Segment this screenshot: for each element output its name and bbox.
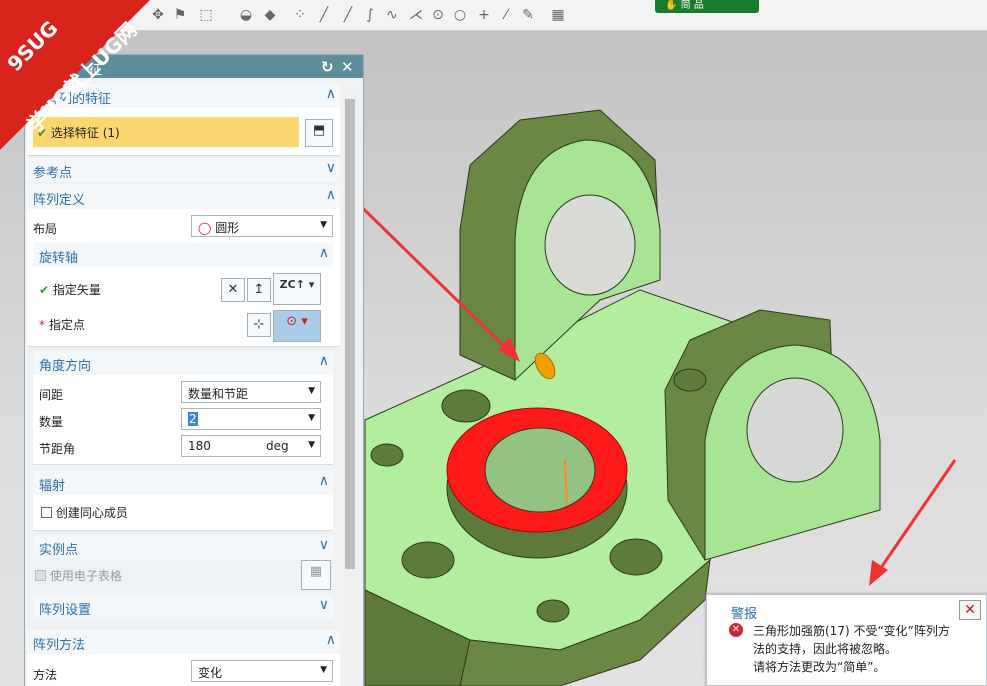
chevron-down-icon: ▼ xyxy=(320,220,327,230)
close-icon[interactable]: ✕ xyxy=(341,58,354,76)
vector-dialog-button[interactable]: ↥ xyxy=(247,278,271,302)
alert-title: 警报 xyxy=(731,607,758,622)
lug-right-hole xyxy=(746,377,844,483)
spreadsheet-checkbox-row: 使用电子表格 xyxy=(35,567,122,584)
chevron-down-icon: ▼ xyxy=(320,665,327,675)
point-label: * 指定点 xyxy=(39,318,85,332)
vector-label: ✔ 指定矢量 xyxy=(39,283,101,297)
section-header-pattern-method[interactable]: 阵列方法 ∧ xyxy=(27,630,340,654)
line-icon[interactable]: ╱ xyxy=(314,6,334,24)
concentric-checkbox[interactable] xyxy=(41,507,52,518)
edit-icon[interactable]: ✎ xyxy=(518,6,538,24)
plate-hole xyxy=(441,389,491,423)
section-pattern-method: 阵列方法 ∧ 方法 变化 ▼ xyxy=(27,630,340,686)
close-icon[interactable]: ✕ xyxy=(959,600,981,620)
spacing-label: 间距 xyxy=(39,388,64,402)
circle-icon[interactable]: ○ xyxy=(450,6,470,24)
pitch-angle-label: 节距角 xyxy=(39,442,76,456)
section-instance-points: 实例点 ∨ xyxy=(33,535,333,559)
chevron-up-icon[interactable]: ∧ xyxy=(326,86,336,102)
required-asterisk-icon: * xyxy=(39,318,45,332)
view-cube-icon[interactable]: ◆ xyxy=(260,6,280,24)
chevron-up-icon[interactable]: ∧ xyxy=(319,473,329,489)
chevron-down-icon: ▼ xyxy=(308,386,315,396)
method-select[interactable]: 变化 ▼ xyxy=(191,660,333,682)
spreadsheet-checkbox xyxy=(35,570,46,581)
section-header-radiation[interactable]: 辐射 ∧ xyxy=(33,471,333,495)
reverse-direction-button[interactable]: ✕ xyxy=(221,278,245,302)
section-angle-direction: 角度方向 ∧ 间距 数量和节距 ▼ 数量 2 ▼ 节距角 180 deg ▼ xyxy=(33,351,333,465)
circle-center-icon[interactable]: ⊙ xyxy=(428,6,448,24)
snap-icon[interactable]: ⚑ xyxy=(170,6,190,24)
plate-hole xyxy=(609,538,663,576)
plate-hole xyxy=(536,599,570,623)
count-label: 数量 xyxy=(39,415,64,429)
select-box-icon[interactable]: ⬚ xyxy=(196,6,216,24)
alert-popup: 警报 ✕ 三角形加强筋(17) 不受“变化”阵列方 法的支持，因此将被忽略。 请… xyxy=(706,594,987,686)
chevron-up-icon[interactable]: ∧ xyxy=(326,632,336,648)
dialog-scrollbar[interactable] xyxy=(343,85,357,686)
slash-icon[interactable]: ⁄ xyxy=(496,6,516,24)
spreadsheet-button: ▦ xyxy=(301,560,331,590)
chevron-down-icon[interactable]: ∨ xyxy=(319,597,329,613)
point-dialog-button[interactable]: ⊹ xyxy=(247,313,271,337)
chevron-up-icon[interactable]: ∧ xyxy=(319,245,329,261)
chevron-down-icon: ▼ xyxy=(308,413,315,423)
section-ref-point: 参考点 ∨ xyxy=(27,158,340,182)
chevron-down-icon: ▼ xyxy=(308,440,315,450)
spline-icon[interactable]: ∿ xyxy=(382,6,402,24)
chevron-up-icon[interactable]: ∧ xyxy=(326,187,336,203)
scrollbar-thumb[interactable] xyxy=(345,99,355,569)
zc-vector-select[interactable]: ZC↑ ▾ xyxy=(273,273,321,305)
section-header-ref-point[interactable]: 参考点 ∨ xyxy=(27,158,340,182)
boss-bore xyxy=(484,427,596,513)
chevron-up-icon[interactable]: ∧ xyxy=(319,353,329,369)
section-header-pattern-def[interactable]: 阵列定义 ∧ xyxy=(27,185,340,209)
lug-left-hole xyxy=(544,194,636,296)
section-header-instance-points[interactable]: 实例点 ∨ xyxy=(33,535,333,559)
reset-icon[interactable]: ↻ xyxy=(321,58,334,76)
selection-filter-button[interactable]: ✋ 简 品 xyxy=(655,0,759,13)
method-label: 方法 xyxy=(33,668,58,682)
plate-hole xyxy=(673,368,707,392)
concentric-checkbox-row[interactable]: 创建同心成员 xyxy=(41,504,128,521)
plate-hole xyxy=(401,541,455,579)
error-icon: ✕ xyxy=(729,623,743,637)
layout-select[interactable]: ◯ 圆形 ▼ xyxy=(191,215,333,237)
count-input[interactable]: 2 ▼ xyxy=(181,408,321,430)
check-icon: ✔ xyxy=(39,283,50,297)
section-header-pattern-settings[interactable]: 阵列设置 ∨ xyxy=(33,595,333,619)
plate-hole xyxy=(370,443,404,467)
section-rotation-axis: 旋转轴 ∧ ✔ 指定矢量 ✕ ↥ ZC↑ ▾ * 指定点 ⊹ ⊙ ▾ xyxy=(33,243,333,347)
feature-select-button[interactable]: ⬒ xyxy=(305,119,333,147)
circular-icon: ◯ xyxy=(198,221,212,235)
point-type-select[interactable]: ⊙ ▾ xyxy=(273,310,321,342)
curve-icon[interactable]: ∫ xyxy=(360,6,380,24)
spacing-select[interactable]: 数量和节距 ▼ xyxy=(181,381,321,403)
section-pattern-settings: 阵列设置 ∨ xyxy=(33,595,333,619)
layout-label: 布局 xyxy=(33,222,58,236)
plus-icon[interactable]: + xyxy=(474,6,494,24)
alert-message: 三角形加强筋(17) 不受“变化”阵列方 法的支持，因此将被忽略。 请将方法更改… xyxy=(753,624,950,674)
intersect-icon[interactable]: ⋌ xyxy=(406,6,426,24)
annotation-arrow xyxy=(874,459,957,576)
move-icon[interactable]: ✥ xyxy=(148,6,168,24)
section-radiation: 辐射 ∧ 创建同心成员 xyxy=(33,471,333,531)
grid-icon[interactable]: ▦ xyxy=(548,6,568,24)
section-header-angle-direction[interactable]: 角度方向 ∧ xyxy=(33,351,333,375)
pitch-angle-input[interactable]: 180 deg ▼ xyxy=(181,435,321,457)
chevron-down-icon[interactable]: ∨ xyxy=(319,537,329,553)
section-header-rotation-axis[interactable]: 旋转轴 ∧ xyxy=(33,243,333,267)
point-snap-icon[interactable]: ⁘ xyxy=(290,6,310,24)
line-icon[interactable]: ╱ xyxy=(338,6,358,24)
chevron-down-icon[interactable]: ∨ xyxy=(326,160,336,176)
shaded-icon[interactable]: ◒ xyxy=(236,6,256,24)
